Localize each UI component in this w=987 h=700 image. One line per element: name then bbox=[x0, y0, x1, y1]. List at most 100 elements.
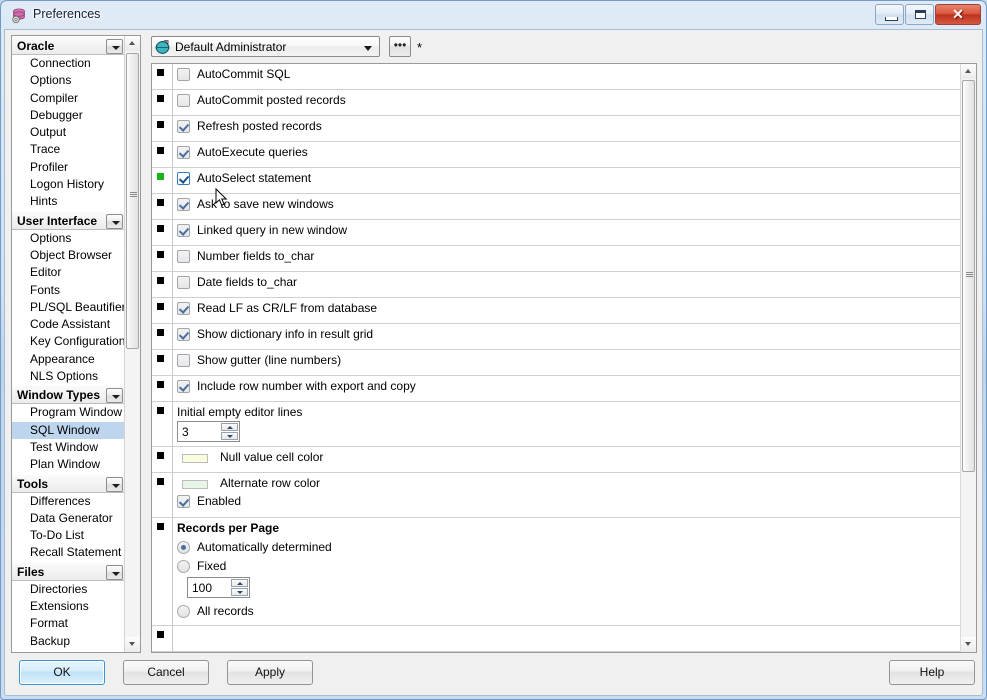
stepper-up-button[interactable] bbox=[231, 579, 248, 587]
option-checkbox[interactable] bbox=[177, 302, 190, 315]
sidebar-item-to-do-list[interactable]: To-Do List bbox=[12, 527, 125, 544]
sidebar-item-extensions[interactable]: Extensions bbox=[12, 598, 125, 615]
alternate-color-swatch[interactable] bbox=[182, 480, 208, 489]
radio-fixed[interactable] bbox=[177, 560, 190, 573]
sidebar-item-pl-sql-beautifier[interactable]: PL/SQL Beautifier bbox=[12, 299, 125, 316]
sidebar-item-plan-window[interactable]: Plan Window bbox=[12, 456, 125, 473]
sidebar-group-header[interactable]: Oracle bbox=[12, 36, 125, 55]
sidebar-group-dropdown-button[interactable] bbox=[106, 476, 123, 492]
sidebar-group-header[interactable]: User Interface bbox=[12, 210, 125, 230]
sidebar-item-fonts[interactable]: Fonts bbox=[12, 282, 125, 299]
stepper-buttons[interactable] bbox=[221, 423, 238, 440]
option-row[interactable]: Ask to save new windows bbox=[152, 194, 962, 220]
panel-scrollbar[interactable] bbox=[960, 64, 976, 652]
editor-lines-stepper[interactable]: 3 bbox=[177, 421, 240, 442]
null-color-swatch[interactable] bbox=[182, 454, 208, 463]
panel-scroll-down-button[interactable] bbox=[961, 637, 976, 652]
panel-scroll-up-button[interactable] bbox=[961, 64, 976, 79]
option-checkbox[interactable] bbox=[177, 328, 190, 341]
sidebar-item-debugger[interactable]: Debugger bbox=[12, 107, 125, 124]
option-row[interactable]: Read LF as CR/LF from database bbox=[152, 298, 962, 324]
sidebar-item-options[interactable]: Options bbox=[12, 230, 125, 247]
maximize-button[interactable] bbox=[905, 4, 934, 25]
option-checkbox[interactable] bbox=[177, 94, 190, 107]
stepper-down-button[interactable] bbox=[221, 432, 238, 440]
sidebar-group-dropdown-button[interactable] bbox=[106, 39, 123, 54]
option-checkbox[interactable] bbox=[177, 276, 190, 289]
option-checkbox[interactable] bbox=[177, 146, 190, 159]
alternate-color-enabled-checkbox[interactable] bbox=[177, 495, 190, 508]
option-row[interactable]: AutoSelect statement bbox=[152, 168, 962, 194]
sidebar-item-options[interactable]: Options bbox=[12, 72, 125, 89]
apply-button[interactable]: Apply bbox=[227, 660, 313, 685]
sidebar-scroll-down-button[interactable] bbox=[125, 637, 140, 652]
sidebar-item-nls-options[interactable]: NLS Options bbox=[12, 368, 125, 385]
sidebar-item-connection[interactable]: Connection bbox=[12, 55, 125, 72]
sidebar-item-test-window[interactable]: Test Window bbox=[12, 439, 125, 456]
option-checkbox[interactable] bbox=[177, 68, 190, 81]
stepper-up-button[interactable] bbox=[221, 423, 238, 431]
sidebar-scrollbar[interactable] bbox=[124, 36, 140, 652]
option-row[interactable]: AutoExecute queries bbox=[152, 142, 962, 168]
sidebar-item-differences[interactable]: Differences bbox=[12, 493, 125, 510]
option-row-partial[interactable] bbox=[152, 626, 962, 652]
sidebar-item-hints[interactable]: Hints bbox=[12, 193, 125, 210]
help-button[interactable]: Help bbox=[889, 660, 975, 685]
null-color-row[interactable]: Null value cell color bbox=[152, 447, 962, 473]
profile-combobox[interactable]: Default Administrator bbox=[151, 36, 380, 57]
sidebar-item-backup[interactable]: Backup bbox=[12, 633, 125, 650]
stepper-down-button[interactable] bbox=[231, 588, 248, 596]
sidebar-item-data-generator[interactable]: Data Generator bbox=[12, 510, 125, 527]
sidebar-item-code-assistant[interactable]: Code Assistant bbox=[12, 316, 125, 333]
sidebar-scroll-thumb[interactable] bbox=[126, 53, 139, 349]
option-row[interactable]: AutoCommit SQL bbox=[152, 64, 962, 90]
option-checkbox[interactable] bbox=[177, 354, 190, 367]
sidebar-group-header[interactable]: Tools bbox=[12, 473, 125, 493]
radio-automatically-determined[interactable] bbox=[177, 541, 190, 554]
sidebar-group-header[interactable]: Files bbox=[12, 561, 125, 581]
option-checkbox[interactable] bbox=[177, 380, 190, 393]
sidebar-group-dropdown-button[interactable] bbox=[106, 388, 123, 404]
option-row[interactable]: Show dictionary info in result grid bbox=[152, 324, 962, 350]
close-button[interactable]: ✕ bbox=[935, 4, 981, 25]
sidebar-group-header[interactable]: Window Types bbox=[12, 385, 125, 405]
sidebar-item-directories[interactable]: Directories bbox=[12, 581, 125, 598]
sidebar-item-compiler[interactable]: Compiler bbox=[12, 90, 125, 107]
option-checkbox[interactable] bbox=[177, 120, 190, 133]
profile-browse-button[interactable]: ••• bbox=[389, 36, 411, 57]
radio-all-records[interactable] bbox=[177, 605, 190, 618]
sidebar-item-appearance[interactable]: Appearance bbox=[12, 351, 125, 368]
option-row[interactable]: Show gutter (line numbers) bbox=[152, 350, 962, 376]
option-checkbox[interactable] bbox=[177, 250, 190, 263]
fixed-records-stepper[interactable]: 100 bbox=[187, 577, 250, 598]
sidebar-group-dropdown-button[interactable] bbox=[106, 564, 123, 580]
sidebar-item-trace[interactable]: Trace bbox=[12, 141, 125, 158]
sidebar-item-output[interactable]: Output bbox=[12, 124, 125, 141]
minimize-button[interactable] bbox=[875, 4, 904, 25]
sidebar-item-profiler[interactable]: Profiler bbox=[12, 159, 125, 176]
sidebar-group-dropdown-button[interactable] bbox=[106, 213, 123, 229]
alternate-color-row[interactable]: Alternate row color Enabled bbox=[152, 473, 962, 518]
option-row[interactable]: Refresh posted records bbox=[152, 116, 962, 142]
option-checkbox[interactable] bbox=[177, 198, 190, 211]
option-row[interactable]: Date fields to_char bbox=[152, 272, 962, 298]
sidebar-item-key-configuration[interactable]: Key Configuration bbox=[12, 333, 125, 350]
cancel-button[interactable]: Cancel bbox=[123, 660, 209, 685]
stepper-buttons[interactable] bbox=[231, 579, 248, 596]
option-row[interactable]: AutoCommit posted records bbox=[152, 90, 962, 116]
option-row[interactable]: Number fields to_char bbox=[152, 246, 962, 272]
option-row[interactable]: Include row number with export and copy bbox=[152, 376, 962, 402]
option-checkbox[interactable] bbox=[177, 172, 190, 185]
option-checkbox[interactable] bbox=[177, 224, 190, 237]
sidebar-item-format[interactable]: Format bbox=[12, 615, 125, 632]
sidebar-item-object-browser[interactable]: Object Browser bbox=[12, 247, 125, 264]
sidebar-item-recall-statement[interactable]: Recall Statement bbox=[12, 544, 125, 561]
sidebar-scroll-up-button[interactable] bbox=[125, 36, 140, 51]
sidebar-item-logon-history[interactable]: Logon History bbox=[12, 176, 125, 193]
sidebar-item-editor[interactable]: Editor bbox=[12, 264, 125, 281]
sidebar-item-program-window[interactable]: Program Window bbox=[12, 404, 125, 421]
sidebar-item-sql-window[interactable]: SQL Window bbox=[12, 421, 125, 439]
panel-scroll-thumb[interactable] bbox=[962, 80, 975, 472]
ok-button[interactable]: OK bbox=[19, 660, 105, 685]
option-row[interactable]: Linked query in new window bbox=[152, 220, 962, 246]
